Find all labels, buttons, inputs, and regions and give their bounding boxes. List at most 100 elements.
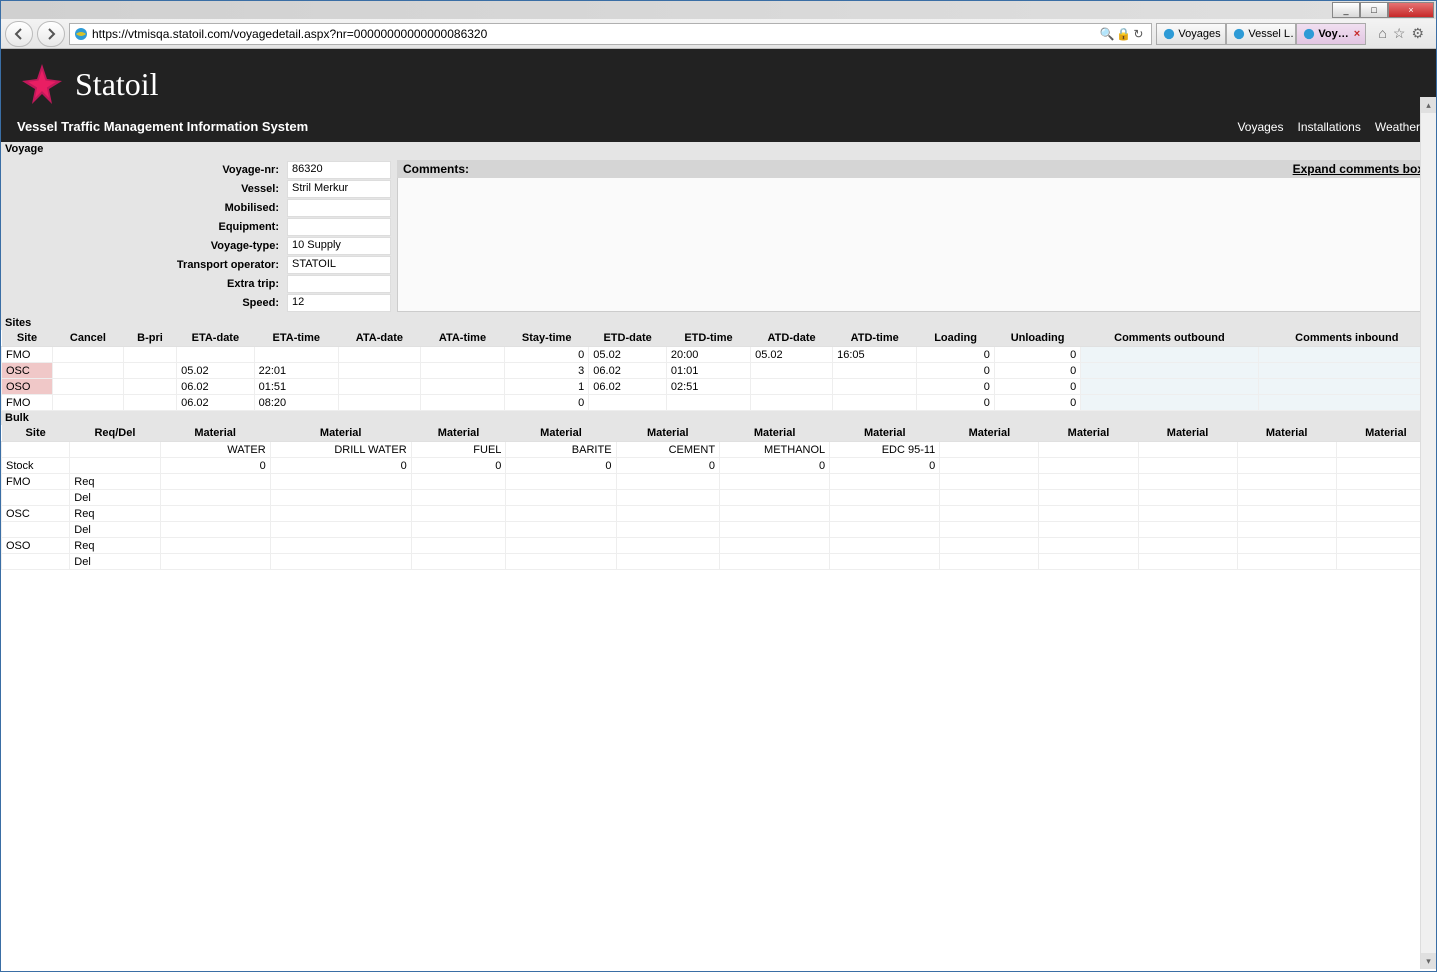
table-cell[interactable]: [2, 490, 70, 506]
window-maximize-button[interactable]: □: [1360, 2, 1388, 18]
table-cell[interactable]: [338, 347, 420, 363]
table-cell[interactable]: 0: [270, 458, 411, 474]
table-cell[interactable]: [616, 522, 720, 538]
table-cell[interactable]: [720, 506, 830, 522]
table-cell[interactable]: [616, 474, 720, 490]
table-cell[interactable]: Req: [70, 474, 160, 490]
table-cell[interactable]: Req: [70, 506, 160, 522]
back-button[interactable]: [5, 21, 33, 47]
table-cell[interactable]: [616, 538, 720, 554]
table-cell[interactable]: [830, 522, 940, 538]
table-cell[interactable]: [411, 538, 506, 554]
table-cell[interactable]: [940, 522, 1039, 538]
table-cell[interactable]: 0: [917, 379, 995, 395]
table-cell[interactable]: [338, 379, 420, 395]
table-cell[interactable]: 05.02: [751, 347, 833, 363]
table-cell[interactable]: [420, 395, 504, 411]
table-cell[interactable]: 22:01: [254, 363, 338, 379]
table-cell[interactable]: [1258, 347, 1435, 363]
table-cell[interactable]: [1237, 474, 1336, 490]
equipment-value[interactable]: [287, 218, 391, 236]
table-cell[interactable]: [1138, 506, 1237, 522]
table-cell[interactable]: [830, 474, 940, 490]
table-cell[interactable]: [411, 474, 506, 490]
table-cell[interactable]: [506, 538, 616, 554]
table-cell[interactable]: [506, 522, 616, 538]
table-cell[interactable]: FMO: [2, 474, 70, 490]
table-cell[interactable]: [420, 379, 504, 395]
address-bar[interactable]: https://vtmisqa.statoil.com/voyagedetail…: [69, 23, 1152, 45]
refresh-icon[interactable]: ↻: [1133, 27, 1143, 41]
window-close-button[interactable]: ×: [1388, 2, 1434, 18]
table-cell[interactable]: [338, 395, 420, 411]
table-cell[interactable]: [506, 474, 616, 490]
table-cell[interactable]: 3: [505, 363, 589, 379]
table-cell[interactable]: [830, 554, 940, 570]
browser-tab[interactable]: Voy…×: [1296, 23, 1366, 45]
table-cell[interactable]: [1039, 490, 1138, 506]
table-cell[interactable]: 1: [505, 379, 589, 395]
table-cell[interactable]: [123, 347, 176, 363]
transport-operator-value[interactable]: STATOIL: [287, 256, 391, 274]
table-cell[interactable]: [52, 347, 123, 363]
table-row[interactable]: FMOReq: [2, 474, 1436, 490]
table-cell[interactable]: 06.02: [589, 379, 667, 395]
nav-weather[interactable]: Weather: [1375, 120, 1420, 134]
forward-button[interactable]: [37, 21, 65, 47]
speed-value[interactable]: 12: [287, 294, 391, 312]
table-cell[interactable]: 20:00: [666, 347, 750, 363]
table-cell[interactable]: [1138, 538, 1237, 554]
table-cell[interactable]: [666, 395, 750, 411]
table-cell[interactable]: 0: [917, 363, 995, 379]
table-cell[interactable]: [411, 490, 506, 506]
table-cell[interactable]: [420, 347, 504, 363]
vertical-scrollbar[interactable]: ▴ ▾: [1420, 97, 1436, 969]
table-cell[interactable]: [52, 379, 123, 395]
table-cell[interactable]: [1237, 538, 1336, 554]
table-cell[interactable]: 0: [917, 395, 995, 411]
table-cell[interactable]: [270, 490, 411, 506]
table-cell[interactable]: Stock: [2, 458, 70, 474]
voyage-nr-value[interactable]: 86320: [287, 161, 391, 179]
table-cell[interactable]: [411, 554, 506, 570]
table-cell[interactable]: [1138, 554, 1237, 570]
table-cell[interactable]: OSO: [2, 379, 53, 395]
tab-close-icon[interactable]: ×: [1354, 28, 1360, 40]
table-cell[interactable]: 08:20: [254, 395, 338, 411]
favorites-icon[interactable]: ☆: [1393, 25, 1406, 42]
table-cell[interactable]: [160, 506, 270, 522]
table-cell[interactable]: 0: [994, 347, 1080, 363]
table-cell[interactable]: 0: [994, 379, 1080, 395]
table-cell[interactable]: 02:51: [666, 379, 750, 395]
table-cell[interactable]: [177, 347, 255, 363]
scroll-down-icon[interactable]: ▾: [1421, 953, 1436, 969]
table-cell[interactable]: [123, 363, 176, 379]
table-cell[interactable]: [940, 538, 1039, 554]
table-cell[interactable]: [833, 363, 917, 379]
table-cell[interactable]: [70, 458, 160, 474]
table-cell[interactable]: [720, 538, 830, 554]
table-cell[interactable]: 0: [917, 347, 995, 363]
table-cell[interactable]: [940, 474, 1039, 490]
table-cell[interactable]: [751, 379, 833, 395]
table-cell[interactable]: [720, 474, 830, 490]
table-cell[interactable]: [1237, 458, 1336, 474]
table-cell[interactable]: 0: [616, 458, 720, 474]
table-cell[interactable]: [506, 554, 616, 570]
table-cell[interactable]: [616, 490, 720, 506]
table-cell[interactable]: OSC: [2, 506, 70, 522]
table-cell[interactable]: [940, 506, 1039, 522]
table-cell[interactable]: [1138, 522, 1237, 538]
table-cell[interactable]: [830, 506, 940, 522]
table-cell[interactable]: [1258, 379, 1435, 395]
table-cell[interactable]: 01:01: [666, 363, 750, 379]
home-icon[interactable]: ⌂: [1378, 25, 1386, 42]
expand-comments-link[interactable]: Expand comments box: [1293, 162, 1424, 176]
table-cell[interactable]: 05.02: [589, 347, 667, 363]
table-cell[interactable]: [940, 554, 1039, 570]
table-row[interactable]: Stock0000000: [2, 458, 1436, 474]
table-cell[interactable]: 05.02: [177, 363, 255, 379]
table-cell[interactable]: [1081, 379, 1258, 395]
table-cell[interactable]: [1039, 474, 1138, 490]
table-cell[interactable]: [1138, 458, 1237, 474]
